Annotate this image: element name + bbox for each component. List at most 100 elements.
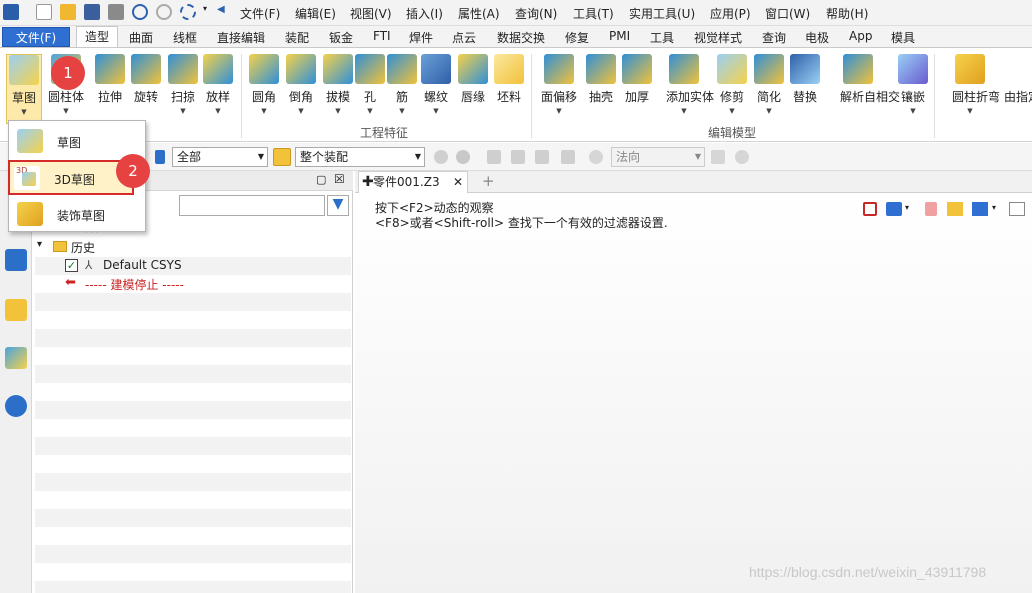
- chevron-down-icon[interactable]: ▼: [7, 108, 41, 116]
- chevron-down-icon[interactable]: ▼: [283, 107, 319, 115]
- cylinder-bend-button[interactable]: 圆柱折弯 ▼: [952, 54, 1000, 124]
- tab-assembly[interactable]: 装配: [285, 29, 309, 46]
- chevron-down-icon[interactable]: ▼: [541, 107, 577, 115]
- tab-pmi[interactable]: PMI: [609, 29, 630, 43]
- chevron-down-icon[interactable]: ▼: [714, 107, 750, 115]
- chevron-down-icon[interactable]: ▼: [666, 107, 702, 115]
- chevron-down-icon[interactable]: ▼: [895, 107, 931, 115]
- menu-query[interactable]: 查询(N): [515, 5, 557, 22]
- menu-tools[interactable]: 工具(T): [573, 5, 614, 22]
- simplify-button[interactable]: 简化 ▼: [751, 54, 787, 124]
- user-icon[interactable]: [5, 395, 27, 417]
- tab-point-cloud[interactable]: 点云: [452, 29, 476, 46]
- add-solid-button[interactable]: 添加实体 ▼: [666, 54, 714, 124]
- checkbox[interactable]: ✓: [65, 259, 78, 272]
- filter-funnel-icon[interactable]: ▼: [327, 195, 349, 216]
- menu-utilities[interactable]: 实用工具(U): [629, 5, 695, 22]
- tab-direct-edit[interactable]: 直接编辑: [217, 29, 265, 46]
- thicken-button[interactable]: 加厚: [619, 54, 655, 124]
- chevron-down-icon[interactable]: ▼: [418, 107, 454, 115]
- fillet-button[interactable]: 圆角 ▼: [246, 54, 282, 124]
- filter-select[interactable]: 全部 ▼: [172, 147, 268, 167]
- menu-window[interactable]: 窗口(W): [765, 5, 810, 22]
- assembly-tree-icon[interactable]: [5, 249, 27, 271]
- chevron-down-icon[interactable]: ▼: [352, 107, 388, 115]
- tab-wireframe[interactable]: 线框: [173, 29, 197, 46]
- menu-apps[interactable]: 应用(P): [710, 5, 751, 22]
- menu-insert[interactable]: 插入(I): [406, 5, 443, 22]
- chamfer-button[interactable]: 倒角 ▼: [283, 54, 319, 124]
- document-tab[interactable]: ✚ 零件001.Z3 ✕: [358, 171, 468, 193]
- tab-electrode[interactable]: 电极: [805, 29, 829, 46]
- trim-button[interactable]: 修剪 ▼: [714, 54, 750, 124]
- exit-icon[interactable]: [863, 202, 877, 216]
- tab-sheet-metal[interactable]: 钣金: [329, 29, 353, 46]
- print-icon[interactable]: [108, 4, 124, 20]
- file-tab-button[interactable]: 文件(F): [2, 27, 70, 47]
- revolve-button[interactable]: 旋转: [128, 54, 164, 124]
- chevron-down-icon[interactable]: ▾: [992, 203, 996, 212]
- chevron-down-icon[interactable]: ▾: [37, 239, 42, 250]
- thread-button[interactable]: 螺纹 ▼: [418, 54, 454, 124]
- chevron-down-icon[interactable]: ▼: [165, 107, 201, 115]
- tab-surface[interactable]: 曲面: [129, 29, 153, 46]
- tab-visual-style[interactable]: 视觉样式: [694, 29, 742, 46]
- chevron-down-icon[interactable]: ▾: [203, 4, 211, 20]
- inlay-button[interactable]: 镶嵌 ▼: [895, 54, 931, 124]
- close-icon[interactable]: ☒: [334, 172, 345, 186]
- stock-button[interactable]: 坯料: [491, 54, 527, 124]
- add-tab-icon[interactable]: +: [482, 172, 495, 190]
- tab-fti[interactable]: FTI: [373, 29, 391, 43]
- tab-tools[interactable]: 工具: [650, 29, 674, 46]
- rib-button[interactable]: 筋 ▼: [384, 54, 420, 124]
- undo-icon[interactable]: [132, 4, 148, 20]
- menu-file[interactable]: 文件(F): [240, 5, 280, 22]
- chevron-down-icon[interactable]: ▼: [384, 107, 420, 115]
- view-direction-icon[interactable]: [886, 202, 902, 216]
- picture-icon[interactable]: [5, 347, 27, 369]
- by-specified-button[interactable]: 由指定: [1004, 54, 1032, 124]
- assembly-icon[interactable]: [273, 148, 291, 166]
- menu-help[interactable]: 帮助(H): [826, 5, 868, 22]
- sweep-button[interactable]: 扫掠 ▼: [165, 54, 201, 124]
- chevron-down-icon[interactable]: ▼: [200, 107, 236, 115]
- chevron-down-icon[interactable]: ▼: [320, 107, 356, 115]
- menu-item-3d-sketch[interactable]: 3D 3D草图: [8, 160, 134, 195]
- replace-button[interactable]: 替换: [787, 54, 823, 124]
- chevron-down-icon[interactable]: ▼: [952, 107, 988, 115]
- save-icon[interactable]: [84, 4, 100, 20]
- chevron-down-icon[interactable]: ▾: [905, 203, 909, 212]
- refresh-icon[interactable]: [180, 4, 196, 20]
- tab-data-exchange[interactable]: 数据交换: [497, 29, 545, 46]
- tab-app[interactable]: App: [849, 29, 872, 43]
- tree-row-csys[interactable]: ✓ ⅄ Default CSYS: [35, 257, 351, 275]
- hole-button[interactable]: 孔 ▼: [352, 54, 388, 124]
- cube-view-icon[interactable]: [1009, 202, 1025, 216]
- face-offset-button[interactable]: 面偏移 ▼: [541, 54, 577, 124]
- triangle-left-icon[interactable]: ◀: [217, 4, 227, 20]
- chevron-down-icon[interactable]: ▼: [246, 107, 282, 115]
- draft-button[interactable]: 拔模 ▼: [320, 54, 356, 124]
- shading-icon[interactable]: [947, 202, 963, 216]
- tab-mold[interactable]: 模具: [891, 29, 915, 46]
- menu-item-sketch[interactable]: 草图: [13, 125, 141, 157]
- tab-weldment[interactable]: 焊件: [409, 29, 433, 46]
- eraser-icon[interactable]: [925, 202, 937, 216]
- shell-button[interactable]: 抽壳: [583, 54, 619, 124]
- part-icon[interactable]: [5, 299, 27, 321]
- panel-search-input[interactable]: [179, 195, 325, 216]
- menu-view[interactable]: 视图(V): [350, 5, 392, 22]
- chevron-down-icon[interactable]: ▼: [751, 107, 787, 115]
- sketch-button[interactable]: 草图 ▼: [6, 54, 42, 124]
- lip-button[interactable]: 唇缘: [455, 54, 491, 124]
- menu-item-decorative-sketch[interactable]: 装饰草图: [13, 198, 141, 230]
- new-file-icon[interactable]: [36, 4, 52, 20]
- assembly-select[interactable]: 整个装配 ▼: [295, 147, 425, 167]
- menu-attributes[interactable]: 属性(A): [458, 5, 500, 22]
- chevron-down-icon[interactable]: ▼: [48, 107, 84, 115]
- tree-row-stop[interactable]: ⬅ ----- 建模停止 -----: [35, 275, 351, 293]
- restore-icon[interactable]: ▢: [316, 173, 326, 186]
- menu-edit[interactable]: 编辑(E): [295, 5, 336, 22]
- loft-button[interactable]: 放样 ▼: [200, 54, 236, 124]
- display-mode-icon[interactable]: [972, 202, 988, 216]
